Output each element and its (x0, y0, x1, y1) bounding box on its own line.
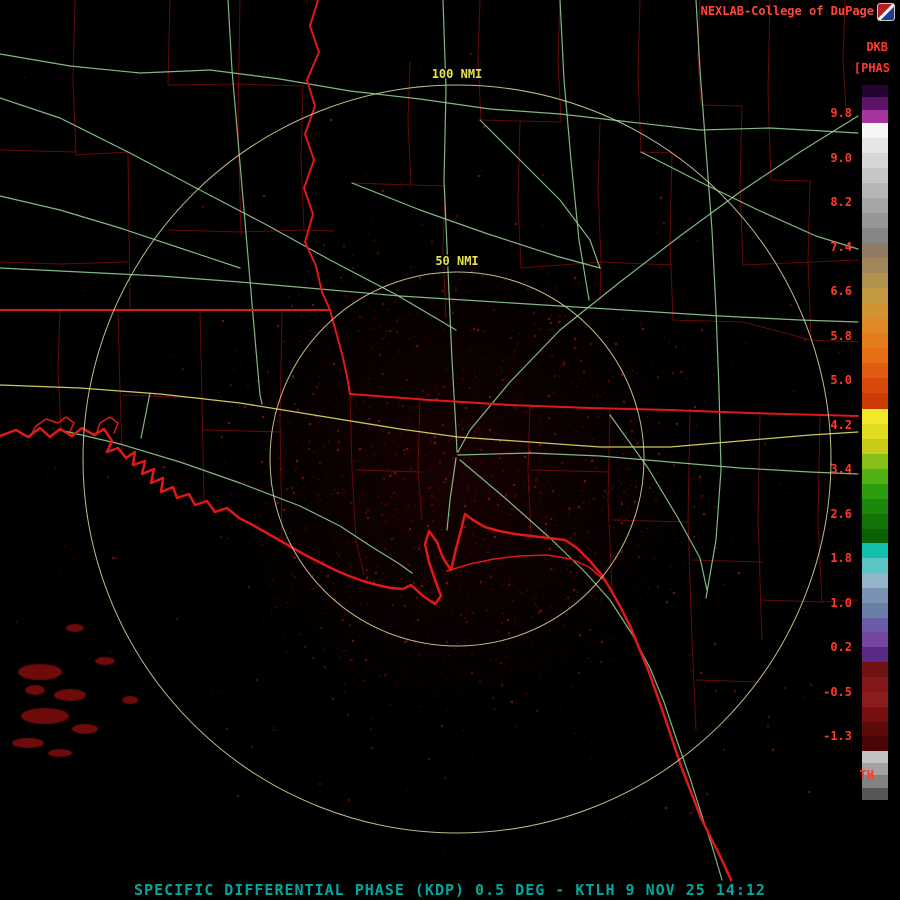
colorbar-segment (862, 409, 888, 424)
colorbar-tick-label: 5.0 (830, 373, 852, 387)
colorbar-segment (862, 110, 888, 123)
colorbar-tick-label: 7.4 (830, 239, 852, 254)
colorbar-phase-label: [PHAS (853, 61, 890, 75)
colorbar-segment (862, 363, 888, 378)
colorbar-segment (862, 573, 888, 588)
map-overlay: 100 NMI 50 NMI (0, 0, 859, 882)
colorbar-segment (862, 138, 888, 153)
colorbar-threshold-label: TH (859, 768, 874, 782)
colorbar-segment (862, 424, 888, 439)
colorbar-tick-label: 5.8 (830, 328, 852, 343)
colorbar-segment (862, 692, 888, 707)
colorbar-segment (862, 484, 888, 499)
colorbar-segment (862, 662, 888, 677)
colorbar-segment (862, 393, 888, 409)
colorbar-segment (862, 751, 888, 763)
colorbar-tick-label: 9.0 (830, 150, 852, 165)
product-status-text: SPECIFIC DIFFERENTIAL PHASE (KDP) 0.5 DE… (134, 881, 766, 899)
colorbar-segment (862, 632, 888, 647)
colorbar-segment (862, 603, 888, 618)
colorbar-segment (862, 514, 888, 529)
colorbar (862, 85, 888, 800)
colorbar-unit-label: DKB (866, 40, 888, 54)
coastline (0, 426, 733, 882)
highway-lines (0, 384, 859, 448)
colorbar-segment (862, 333, 888, 348)
road-lines (0, 0, 859, 881)
colorbar-segment (862, 558, 888, 573)
range-ring (269, 271, 645, 647)
colorbar-tick-label: 0.2 (830, 640, 852, 654)
radar-display: 100 NMI 50 NMI NEXLAB-College of DuPage D… (0, 0, 900, 900)
colorbar-segment (862, 543, 888, 558)
colorbar-segment (862, 123, 888, 138)
colorbar-segment (862, 168, 888, 183)
colorbar-segment (862, 318, 888, 333)
colorbar-segment (862, 788, 888, 800)
colorbar-segment (862, 258, 888, 273)
colorbar-tick-label: 8.2 (830, 195, 852, 209)
colorbar-segment (862, 618, 888, 632)
colorbar-segment (862, 213, 888, 228)
colorbar-segment (862, 469, 888, 484)
colorbar-segment (862, 677, 888, 692)
colorbar-segment (862, 228, 888, 243)
colorbar-segment (862, 378, 888, 393)
colorbar-segment (862, 439, 888, 454)
colorbar-tick-label: 6.6 (830, 284, 852, 298)
colorbar-area: 9.8 9.0 8.2 7.4 6.6 5.8 5.0 4.2 3.4 2.6 1.8 1.0 0.2 -… (795, 85, 890, 800)
colorbar-segment (862, 153, 888, 168)
colorbar-segment (862, 198, 888, 213)
colorbar-segment (862, 499, 888, 514)
county-lines (0, 0, 859, 731)
colorbar-segment (862, 273, 888, 288)
range-ring-label: 100 NMI (432, 67, 483, 81)
colorbar-segment (862, 85, 888, 97)
colorbar-segment (862, 722, 888, 736)
colorbar-tick-label: 2.6 (830, 506, 852, 521)
range-ring (82, 84, 832, 834)
colorbar-tick-label: -0.5 (823, 684, 852, 699)
cod-logo-icon (877, 3, 895, 21)
colorbar-tick-label: 9.8 (830, 106, 852, 120)
colorbar-segment (862, 736, 888, 751)
colorbar-segment (862, 288, 888, 303)
colorbar-segment (862, 707, 888, 722)
colorbar-segment (862, 243, 888, 258)
colorbar-segment (862, 588, 888, 603)
colorbar-segment (862, 529, 888, 543)
colorbar-segment (862, 454, 888, 469)
colorbar-tick-label: 1.0 (830, 595, 852, 610)
colorbar-segment (862, 97, 888, 110)
range-ring-label: 50 NMI (435, 254, 478, 268)
colorbar-tick-label: -1.3 (823, 729, 852, 743)
colorbar-segment (862, 348, 888, 363)
colorbar-tick-label: 1.8 (830, 551, 852, 565)
colorbar-tick-label: 4.2 (830, 417, 852, 432)
colorbar-segment (862, 303, 888, 318)
attribution-text: NEXLAB-College of DuPage (700, 4, 874, 18)
colorbar-tick-label: 3.4 (830, 462, 852, 476)
colorbar-segment (862, 183, 888, 198)
colorbar-segment (862, 647, 888, 662)
